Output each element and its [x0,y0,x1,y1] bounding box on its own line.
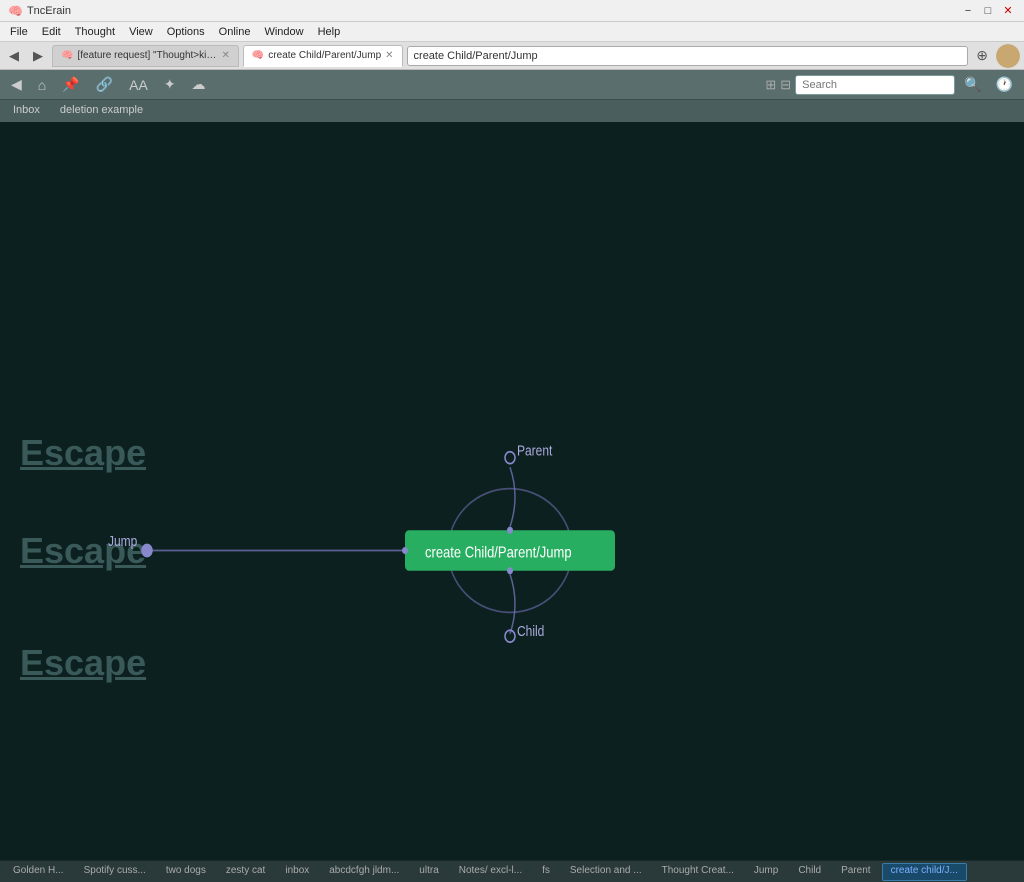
status-tab-inbox[interactable]: inbox [276,863,318,881]
clock-button[interactable]: 🕐 [991,74,1018,95]
address-bar[interactable] [407,46,969,66]
menu-thought[interactable]: Thought [69,24,121,40]
menu-file[interactable]: File [4,24,34,40]
status-tab-two-dogs[interactable]: two dogs [157,863,215,881]
tab-label-1: [feature request] "Thought>kidrop C... [77,50,217,61]
layout-btn-1[interactable]: ⊞ [765,77,776,93]
menu-view[interactable]: View [123,24,159,40]
back-button[interactable]: ◀ [4,46,24,66]
back-nav-button[interactable]: ◀ [6,74,27,95]
main-canvas: Escape Escape Escape Parent Child Jump c… [0,122,1024,860]
view-tab-deletion[interactable]: deletion example [51,102,152,120]
avatar [996,44,1020,68]
status-tab-child[interactable]: Child [789,863,830,881]
font-button[interactable]: AA [124,75,153,95]
menu-help[interactable]: Help [312,24,347,40]
svg-text:Jump: Jump [108,533,137,549]
app-icon: 🧠 [8,4,23,18]
menu-edit[interactable]: Edit [36,24,67,40]
menu-options[interactable]: Options [161,24,211,40]
menu-window[interactable]: Window [258,24,309,40]
search-input[interactable] [795,75,955,95]
status-tab-abcd[interactable]: abcdcfgh jldm... [320,863,408,881]
tab-close-2[interactable]: ✕ [385,50,393,61]
search-area: ⊞ ⊟ 🔍 🕐 [765,74,1018,95]
menubar: File Edit Thought View Options Online Wi… [0,22,1024,42]
forward-button[interactable]: ▶ [28,46,48,66]
status-tab-create-child[interactable]: create child/J... [882,863,967,881]
link-button[interactable]: 🔗 [91,74,118,95]
status-tab-fs[interactable]: fs [533,863,559,881]
status-tab-thought-creat[interactable]: Thought Creat... [653,863,743,881]
status-tab-golden[interactable]: Golden H... [4,863,73,881]
close-button[interactable]: ✕ [1000,3,1016,19]
tabbar: ◀ ▶ 🧠 [feature request] "Thought>kidrop … [0,42,1024,70]
search-go-button[interactable]: 🔍 [959,74,986,95]
sparkle-button[interactable]: ✦ [159,74,181,95]
avatar-image [996,44,1020,68]
tab-label-2: create Child/Parent/Jump [268,50,381,61]
status-tab-notes[interactable]: Notes/ excl-l... [450,863,531,881]
menu-online[interactable]: Online [213,24,257,40]
tab-close-1[interactable]: ✕ [221,50,229,61]
restore-button[interactable]: □ [980,3,996,19]
view-tabs-row: Inbox deletion example [0,100,1024,122]
status-tab-jump[interactable]: Jump [745,863,787,881]
add-tab-button[interactable]: ⊕ [972,47,992,64]
tab-create-child[interactable]: 🧠 create Child/Parent/Jump ✕ [243,45,403,67]
titlebar-left: 🧠 TncErain [8,4,71,18]
home-button[interactable]: ⌂ [33,75,51,95]
cloud-button[interactable]: ☁ [187,74,211,95]
status-tab-selection[interactable]: Selection and ... [561,863,651,881]
thought-diagram: Parent Child Jump create Child/Parent/Ju… [0,122,1024,860]
titlebar: 🧠 TncErain − □ ✕ [0,0,1024,22]
titlebar-controls: − □ ✕ [960,3,1016,19]
status-tab-zesty[interactable]: zesty cat [217,863,274,881]
status-tab-ultra[interactable]: ultra [410,863,447,881]
app-title: TncErain [27,5,71,17]
status-tab-spotify[interactable]: Spotify cuss... [75,863,155,881]
layout-btn-2[interactable]: ⊟ [780,77,791,93]
toolbar: ◀ ⌂ 📌 🔗 AA ✦ ☁ ⊞ ⊟ 🔍 🕐 [0,70,1024,100]
pin-button[interactable]: 📌 [57,74,84,95]
svg-text:Child: Child [517,623,544,639]
status-tab-parent[interactable]: Parent [832,863,879,881]
svg-text:Parent: Parent [517,442,553,458]
tab-feature-request[interactable]: 🧠 [feature request] "Thought>kidrop C...… [52,45,239,67]
svg-text:create Child/Parent/Jump: create Child/Parent/Jump [425,545,572,562]
view-tab-inbox[interactable]: Inbox [4,102,49,120]
minimize-button[interactable]: − [960,3,976,19]
statusbar: Golden H... Spotify cuss... two dogs zes… [0,860,1024,882]
